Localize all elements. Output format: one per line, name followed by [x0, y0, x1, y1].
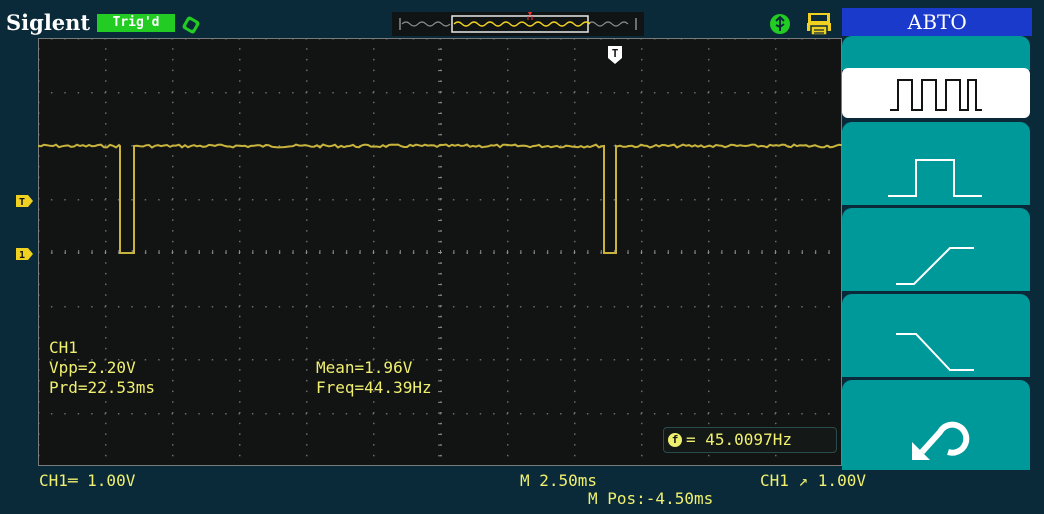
measure-period: Prd=22.53ms [49, 378, 155, 397]
trigger-time-marker-label: T [612, 47, 619, 60]
side-menu: АВТО [842, 8, 1032, 470]
top-status-bar: Siglent Trig'd [0, 8, 842, 38]
trigger-lock-icon [182, 16, 200, 34]
trigger-status-badge: Trig'd [97, 14, 175, 32]
menu-button-falling-edge[interactable] [842, 294, 1030, 377]
ch1-trace-path [38, 143, 842, 254]
measure-frequency: Freq=44.39Hz [316, 378, 432, 397]
menu-spacer-top [842, 36, 1030, 70]
ch1-ground-marker-label: 1 [19, 250, 25, 261]
falling-edge-icon [896, 333, 974, 371]
undo-arrow-icon [912, 421, 970, 460]
menu-button-multi-pulse[interactable] [842, 68, 1030, 118]
printer-status-icon [807, 13, 831, 36]
measure-channel-label: CH1 [49, 338, 78, 357]
measure-mean: Mean=1.96V [316, 358, 413, 377]
rising-edge-icon [896, 247, 974, 285]
menu-button-single-pulse[interactable] [842, 122, 1030, 205]
single-pulse-icon [888, 159, 982, 197]
timebase-readout: M 2.50ms [520, 471, 598, 490]
counter-value: = 45.0097Hz [686, 430, 792, 449]
ch1-scale-readout: CH1═ 1.00V [39, 471, 136, 490]
trigger-level-marker[interactable]: T [16, 194, 34, 208]
menu-button-rising-edge[interactable] [842, 208, 1030, 291]
trigger-time-marker[interactable]: T [606, 44, 624, 66]
menu-button-undo[interactable] [842, 380, 1030, 470]
trigger-level-marker-label: T [19, 197, 25, 208]
ch1-ground-marker[interactable]: 1 [16, 247, 34, 261]
frequency-counter: f = 45.0097Hz [663, 427, 837, 453]
waveform-grid[interactable] [38, 38, 842, 466]
counter-icon: f [668, 433, 682, 447]
menu-title: АВТО [842, 8, 1032, 36]
oscilloscope-screen: Siglent Trig'd T T 1 CH1 Vpp=2.20V Prd=2… [0, 0, 1044, 514]
horizontal-position-readout: M Pos:-4.50ms [588, 489, 714, 508]
brand-logo: Siglent [6, 10, 91, 35]
usb-status-icon [770, 14, 790, 34]
trigger-readout: CH1 ↗ 1.00V [760, 471, 866, 490]
multi-pulse-icon [890, 79, 982, 111]
memory-position-bar [392, 12, 644, 36]
ch1-waveform-trace [38, 143, 842, 254]
measure-vpp: Vpp=2.20V [49, 358, 136, 377]
